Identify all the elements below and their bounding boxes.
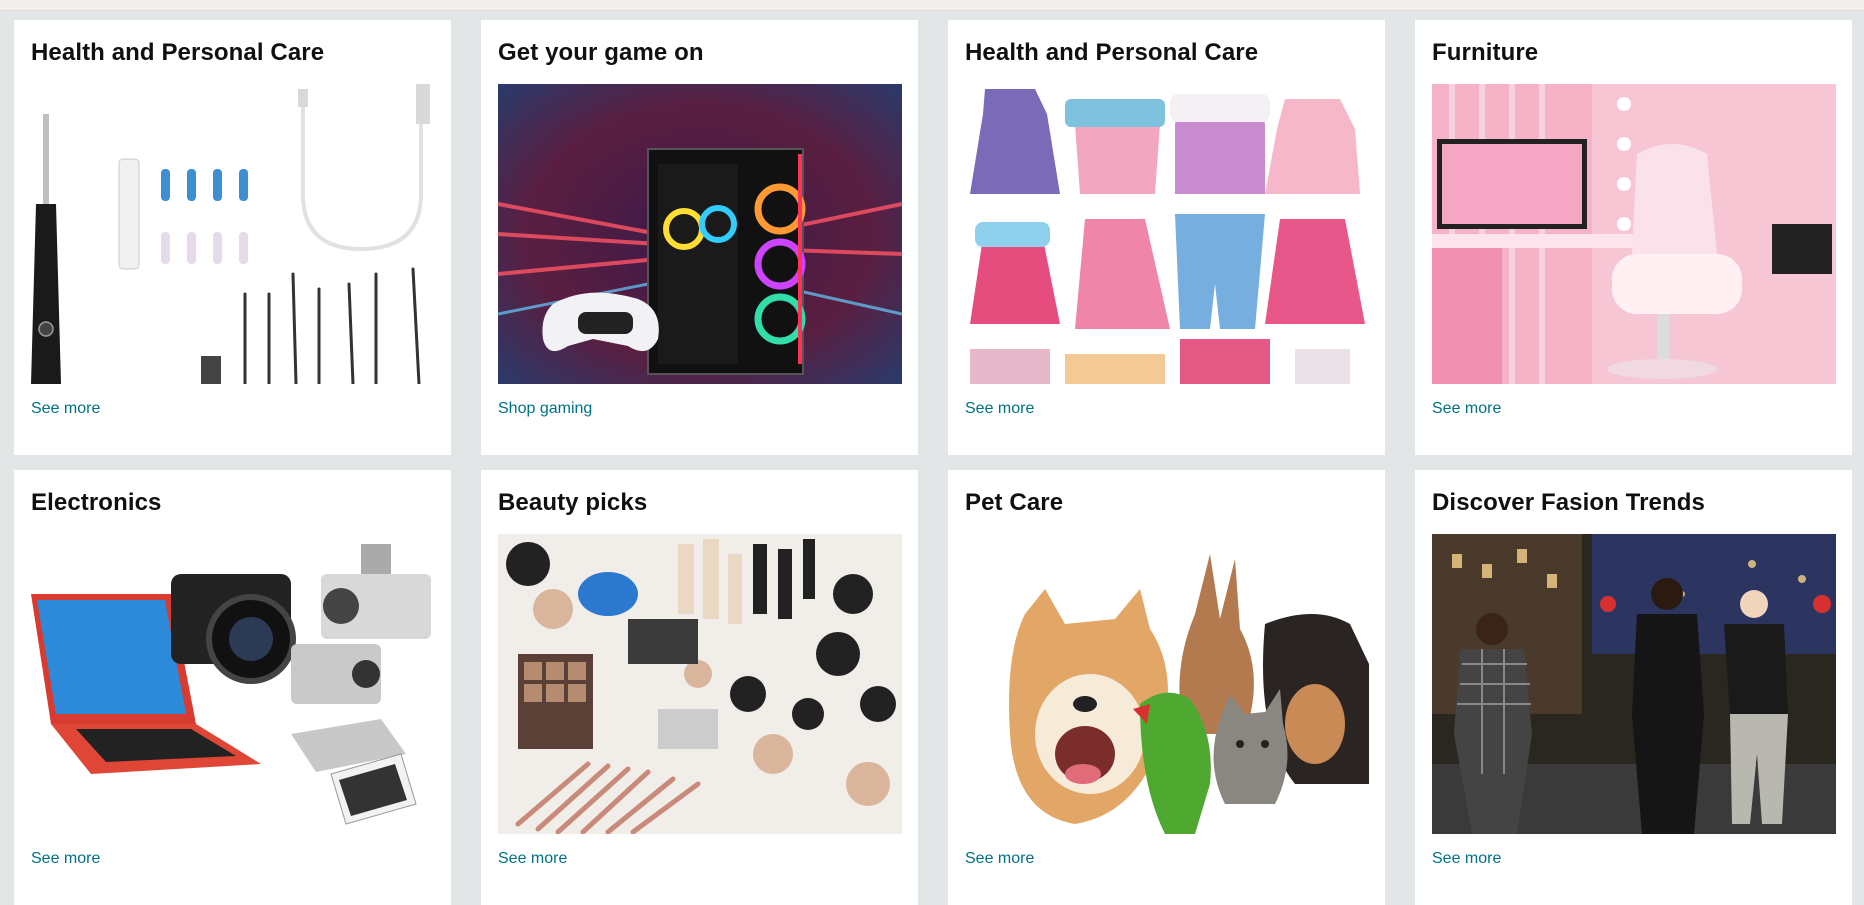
card-title[interactable]: Beauty picks	[498, 489, 647, 517]
card-image-gaming-pc[interactable]	[498, 84, 902, 384]
see-more-link[interactable]: See more	[965, 400, 1034, 418]
see-more-link[interactable]: See more	[1432, 850, 1501, 868]
see-more-link[interactable]: See more	[31, 400, 100, 418]
category-card: Furniture See more	[1415, 20, 1852, 455]
category-card: Get your game on Shop gaming	[481, 20, 918, 455]
category-card: Discover Fasion Trends See more	[1415, 470, 1852, 905]
category-card: Pet Care See more	[948, 470, 1385, 905]
category-card: Health and Personal Care See more	[14, 20, 451, 455]
category-card: Electronics See more	[14, 470, 451, 905]
card-image-street-fashion[interactable]	[1432, 534, 1836, 834]
see-more-link[interactable]: See more	[498, 850, 567, 868]
category-card: Health and Personal Care See more	[948, 20, 1385, 455]
card-image-doll-dresses[interactable]	[965, 84, 1369, 384]
card-title[interactable]: Electronics	[31, 489, 162, 517]
category-card: Beauty picks See more	[481, 470, 918, 905]
card-image-pets[interactable]	[965, 534, 1369, 834]
shop-gaming-link[interactable]: Shop gaming	[498, 400, 592, 418]
card-title[interactable]: Furniture	[1432, 39, 1538, 67]
top-strip	[0, 0, 1864, 11]
card-title[interactable]: Discover Fasion Trends	[1432, 489, 1705, 517]
card-image-electronics[interactable]	[31, 534, 435, 834]
see-more-link[interactable]: See more	[31, 850, 100, 868]
card-title[interactable]: Get your game on	[498, 39, 704, 67]
card-title[interactable]: Pet Care	[965, 489, 1063, 517]
card-image-makeup[interactable]	[498, 534, 902, 834]
see-more-link[interactable]: See more	[965, 850, 1034, 868]
card-image-ear-cleaning-kit[interactable]	[31, 84, 435, 384]
card-image-pink-gaming-room[interactable]	[1432, 84, 1836, 384]
card-title[interactable]: Health and Personal Care	[31, 39, 324, 67]
card-title[interactable]: Health and Personal Care	[965, 39, 1258, 67]
category-card-grid: Health and Personal Care See more Get yo…	[14, 20, 1852, 905]
see-more-link[interactable]: See more	[1432, 400, 1501, 418]
